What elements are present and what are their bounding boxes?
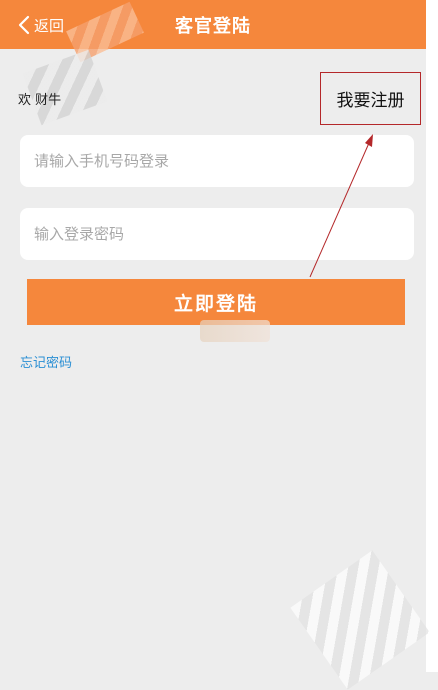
register-button[interactable]: 我要注册 [320, 72, 421, 125]
page-title: 客官登陆 [175, 16, 251, 37]
mosaic-redaction [200, 320, 270, 342]
mosaic-redaction [290, 550, 430, 690]
right-edge-strip [426, 0, 438, 672]
header-bar: 返回 客官登陆 [0, 0, 426, 49]
mosaic-redaction [22, 49, 108, 126]
phone-input[interactable] [20, 135, 414, 187]
welcome-text: 欢 财牛 [18, 93, 62, 108]
forgot-password-link[interactable]: 忘记密码 [20, 352, 72, 371]
login-button[interactable]: 立即登陆 [27, 279, 405, 325]
password-input[interactable] [20, 208, 414, 260]
